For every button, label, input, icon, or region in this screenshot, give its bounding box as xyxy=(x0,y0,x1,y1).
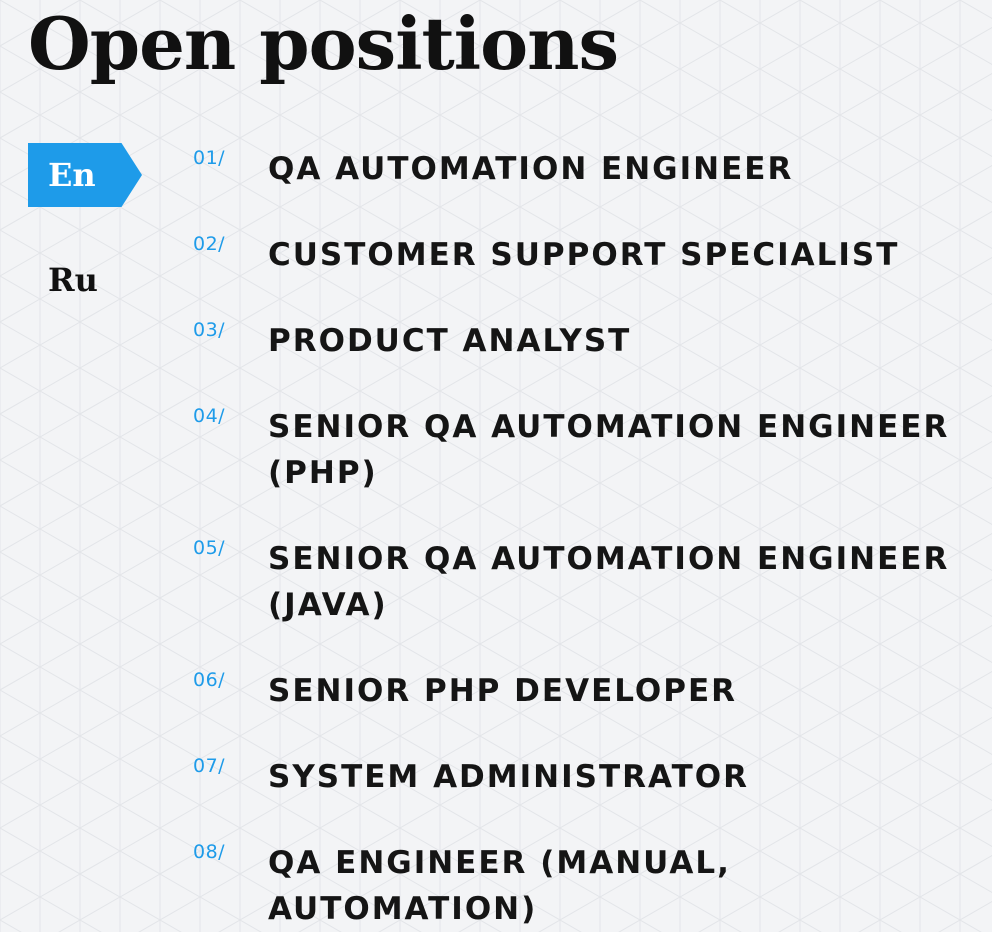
language-en-label: En xyxy=(48,156,96,194)
position-link[interactable]: SENIOR PHP DEVELOPER xyxy=(268,668,968,714)
position-number: 05/ xyxy=(193,537,226,559)
language-ru-button[interactable]: Ru xyxy=(48,256,98,304)
position-link[interactable]: PRODUCT ANALYST xyxy=(268,318,968,364)
position-number: 07/ xyxy=(193,755,226,777)
position-number: 08/ xyxy=(193,841,226,863)
position-number: 04/ xyxy=(193,405,226,427)
language-en-button[interactable]: En xyxy=(28,143,142,207)
position-link[interactable]: CUSTOMER SUPPORT SPECIALIST xyxy=(268,232,968,278)
position-number: 01/ xyxy=(193,147,226,169)
position-link[interactable]: QA ENGINEER (MANUAL, AUTOMATION) xyxy=(268,840,968,932)
position-link[interactable]: SYSTEM ADMINISTRATOR xyxy=(268,754,968,800)
position-link[interactable]: QA AUTOMATION ENGINEER xyxy=(268,146,968,192)
position-number: 02/ xyxy=(193,233,226,255)
position-link[interactable]: SENIOR QA AUTOMATION ENGINEER (PHP) xyxy=(268,404,968,496)
page-title: Open positions xyxy=(28,1,619,86)
position-link[interactable]: SENIOR QA AUTOMATION ENGINEER (JAVA) xyxy=(268,536,968,628)
position-number: 03/ xyxy=(193,319,226,341)
position-number: 06/ xyxy=(193,669,226,691)
